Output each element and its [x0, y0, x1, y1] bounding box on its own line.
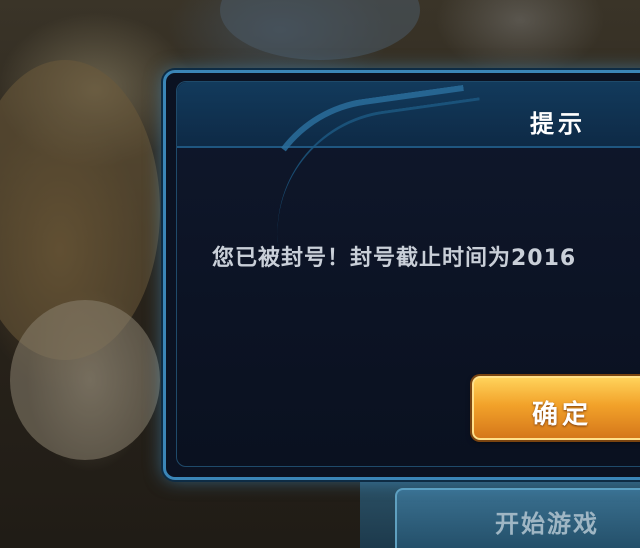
background-top-art [220, 0, 420, 60]
notice-dialog: 提示 您已被封号！封号截止时间为2016 确定 [163, 70, 640, 480]
header-decoration-line [261, 97, 497, 250]
ban-message: 您已被封号！封号截止时间为2016 [212, 246, 577, 271]
dialog-body: 提示 您已被封号！封号截止时间为2016 确定 [176, 81, 640, 467]
start-game-button[interactable]: 开始游戏 [395, 488, 640, 548]
confirm-button-label: 确定 [532, 400, 593, 430]
dialog-title: 提示 [530, 110, 586, 138]
game-screen: 开始游戏 提示 您已被封号！封号截止时间为2016 确定 [0, 0, 640, 548]
start-game-label: 开始游戏 [495, 510, 599, 538]
dialog-header: 提示 [177, 82, 640, 250]
background-armor-art [10, 300, 160, 460]
confirm-button[interactable]: 确定 [472, 376, 640, 440]
